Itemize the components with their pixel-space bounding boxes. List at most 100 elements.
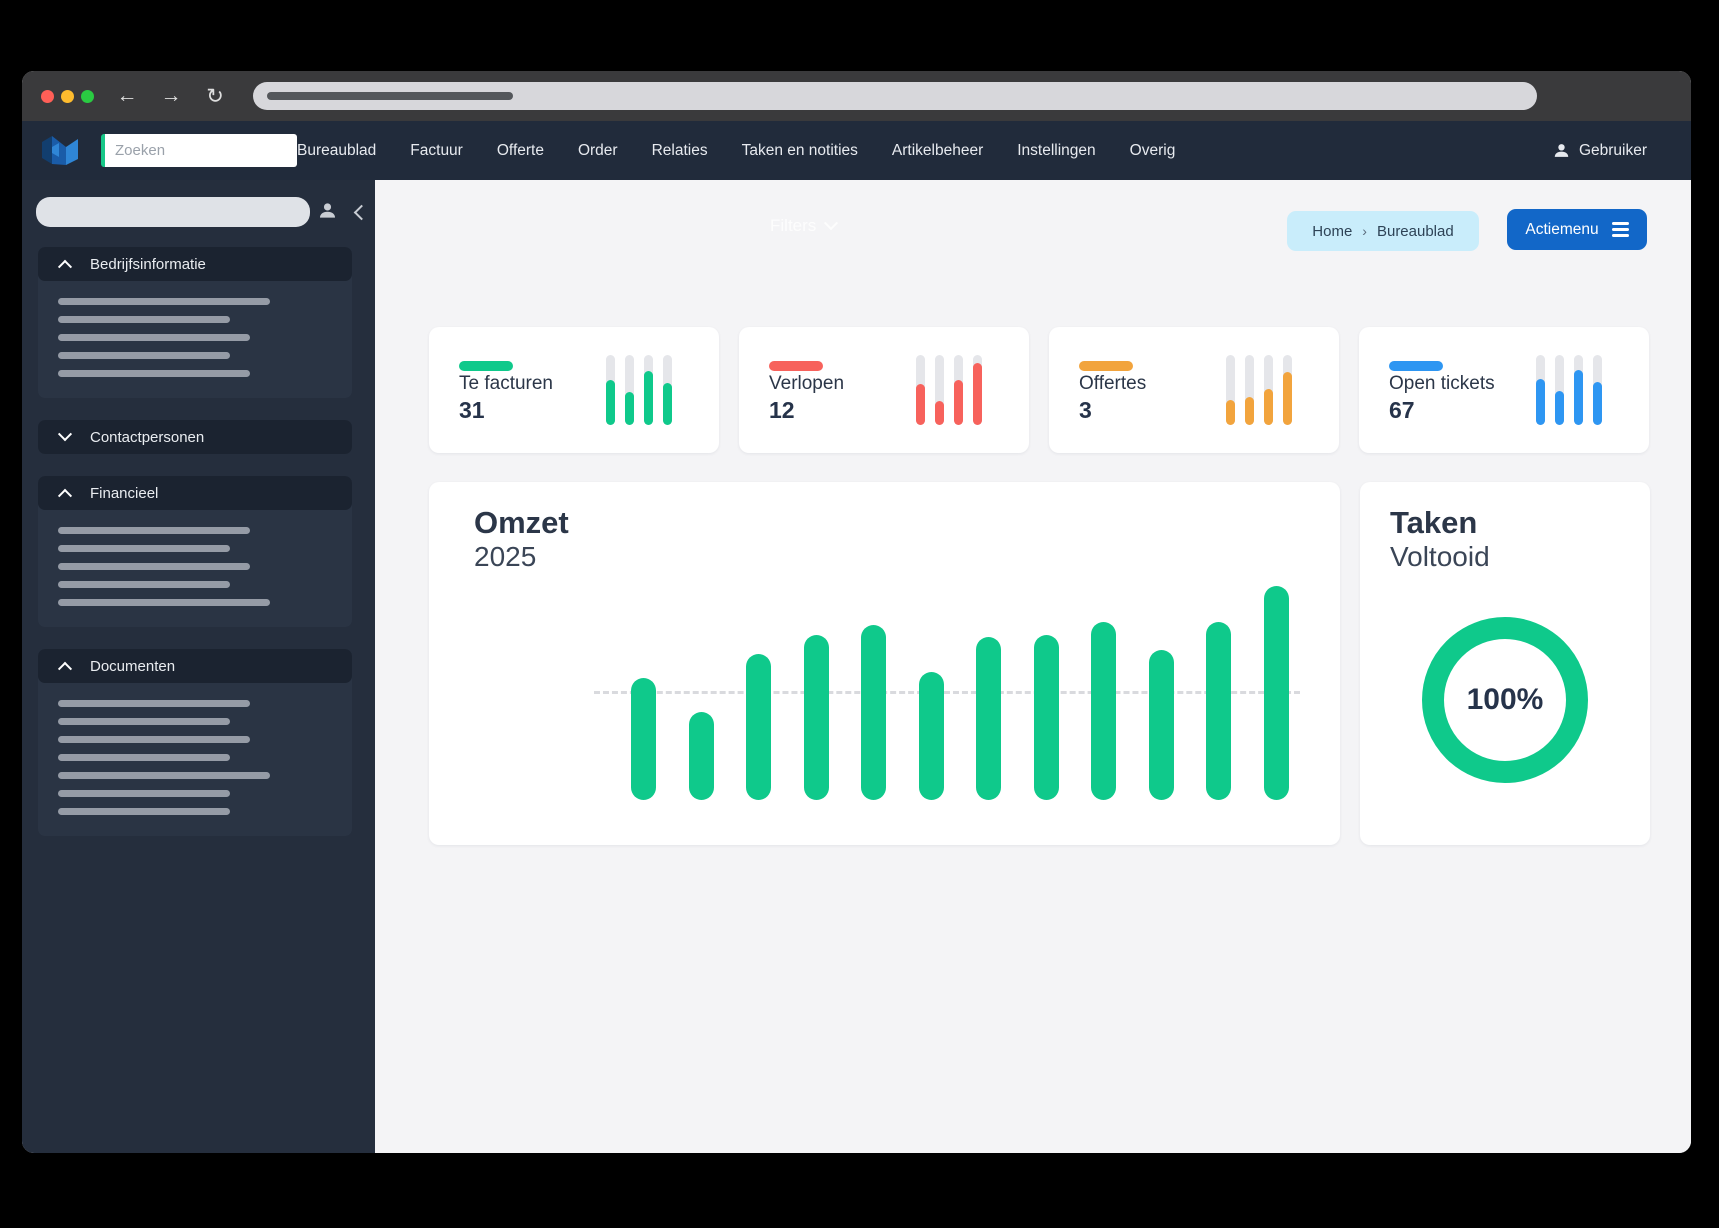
mini-bar-track (1264, 355, 1273, 425)
mini-bar-chart (1226, 355, 1292, 425)
placeholder-line (58, 772, 270, 779)
placeholder-line (58, 700, 250, 707)
chart-cards-row: Omzet 2025 Taken Voltooid 100% (429, 482, 1650, 845)
breadcrumb-home[interactable]: Home (1312, 223, 1352, 240)
nav-item-offerte[interactable]: Offerte (497, 142, 544, 160)
nav-item-order[interactable]: Order (578, 142, 618, 160)
tasks-donut-ring: 100% (1422, 617, 1588, 783)
breadcrumb: Home › Bureaublad (1287, 211, 1479, 251)
nav-item-overig[interactable]: Overig (1130, 142, 1176, 160)
sidebar-section-body (38, 510, 352, 627)
tasks-percent: 100% (1466, 683, 1544, 716)
filters-button[interactable]: Filters (770, 216, 839, 236)
sidebar-section-label: Documenten (90, 657, 176, 675)
chevron-down-icon (57, 427, 73, 442)
hamburger-icon (1611, 222, 1629, 237)
omzet-bar-6 (918, 672, 944, 800)
placeholder-line (58, 581, 230, 588)
mini-bar-fill (1283, 371, 1292, 425)
mini-bar-track (1574, 355, 1583, 425)
address-bar[interactable] (253, 82, 1537, 110)
sidebar-section-bedrijfsinformatie: Bedrijfsinformatie (38, 247, 352, 398)
chevron-down-icon (824, 216, 839, 231)
user-menu[interactable]: Gebruiker (1553, 121, 1647, 180)
placeholder-line (58, 334, 250, 341)
sidebar-section-label: Contactpersonen (90, 428, 205, 446)
omzet-bar-4 (803, 635, 829, 800)
placeholder-line (58, 736, 250, 743)
placeholder-line (58, 718, 230, 725)
placeholder-line (58, 527, 250, 534)
nav-item-factuur[interactable]: Factuur (410, 142, 463, 160)
global-search-input[interactable] (101, 134, 297, 167)
sidebar-section-header-contactpersonen[interactable]: Contactpersonen (38, 420, 352, 454)
placeholder-line (58, 808, 230, 815)
mini-bar-chart (606, 355, 672, 425)
omzet-bar-9 (1091, 622, 1116, 800)
nav-item-relaties[interactable]: Relaties (652, 142, 708, 160)
main-menu: Bureaublad Factuur Offerte Order Relaties Tak… (297, 121, 1175, 180)
close-button[interactable] (41, 90, 54, 103)
sidebar-collapse-icon[interactable] (353, 204, 370, 221)
mini-bar-fill (1536, 378, 1545, 425)
mini-bar-fill (935, 400, 944, 425)
forward-icon[interactable]: → (160, 84, 182, 108)
placeholder-line (58, 298, 270, 305)
mini-bar-fill (644, 371, 653, 425)
reload-icon[interactable]: ↻ (204, 84, 226, 109)
user-icon (1554, 144, 1569, 157)
mini-bar-fill (606, 380, 615, 425)
screenshot-canvas: ← → ↻ Bureaublad Factuur Offerte Order Relat… (0, 0, 1719, 1228)
omzet-bar-2 (688, 712, 714, 800)
stat-card-offertes[interactable]: Offertes 3 (1049, 327, 1339, 453)
sidebar-section-contactpersonen: Contactpersonen (38, 420, 352, 454)
sidebar-section-label: Bedrijfsinformatie (90, 255, 206, 273)
sidebar-person-icon[interactable] (318, 201, 337, 220)
stat-card-open-tickets[interactable]: Open tickets 67 (1359, 327, 1649, 453)
stat-accent-pill (1389, 361, 1443, 371)
mini-bar-track (1555, 355, 1564, 425)
breadcrumb-current[interactable]: Bureaublad (1377, 223, 1454, 240)
minimize-button[interactable] (61, 90, 74, 103)
omzet-bar-3 (746, 654, 771, 800)
mini-bar-fill (973, 363, 982, 425)
chevron-up-icon (57, 488, 73, 503)
tasks-donut-card: Taken Voltooid 100% (1360, 482, 1650, 845)
omzet-bar-10 (1148, 650, 1174, 800)
nav-item-taken-en-notities[interactable]: Taken en notities (742, 142, 858, 160)
placeholder-line (58, 599, 270, 606)
omzet-bar-5 (861, 625, 886, 800)
action-menu-button[interactable]: Actiemenu (1507, 209, 1647, 250)
back-icon[interactable]: ← (116, 84, 138, 108)
tasks-title: Taken (1390, 505, 1478, 540)
mini-bar-track (935, 355, 944, 425)
stat-accent-pill (1079, 361, 1133, 371)
mini-bar-track (954, 355, 963, 425)
omzet-bar-1 (631, 678, 656, 800)
nav-item-artikelbeheer[interactable]: Artikelbeheer (892, 142, 983, 160)
sidebar-section-header-financieel[interactable]: Financieel (38, 476, 352, 510)
sidebar-section-header-documenten[interactable]: Documenten (38, 649, 352, 683)
nav-item-instellingen[interactable]: Instellingen (1017, 142, 1095, 160)
stat-label: Te facturen (459, 373, 553, 394)
mini-bar-track (916, 355, 925, 425)
placeholder-line (58, 545, 230, 552)
mini-bar-track (1226, 355, 1235, 425)
sidebar-section-documenten: Documenten (38, 649, 352, 836)
sidebar-section-label: Financieel (90, 484, 159, 502)
mini-bar-fill (1226, 399, 1235, 425)
zoom-button[interactable] (81, 90, 94, 103)
nav-item-bureaublad[interactable]: Bureaublad (297, 142, 376, 160)
stat-card-te-facturen[interactable]: Te facturen 31 (429, 327, 719, 453)
app-logo (42, 136, 78, 165)
sidebar-section-body (38, 683, 352, 836)
sidebar-section-header-bedrijfsinformatie[interactable]: Bedrijfsinformatie (38, 247, 352, 281)
sidebar-section-financieel: Financieel (38, 476, 352, 627)
mini-bar-track (1593, 355, 1602, 425)
omzet-bar-8 (1033, 635, 1059, 800)
breadcrumb-separator-icon: › (1362, 223, 1367, 239)
sidebar-search-input[interactable] (36, 197, 310, 227)
placeholder-line (58, 754, 230, 761)
mini-bar-fill (663, 383, 672, 425)
stat-card-verlopen[interactable]: Verlopen 12 (739, 327, 1029, 453)
